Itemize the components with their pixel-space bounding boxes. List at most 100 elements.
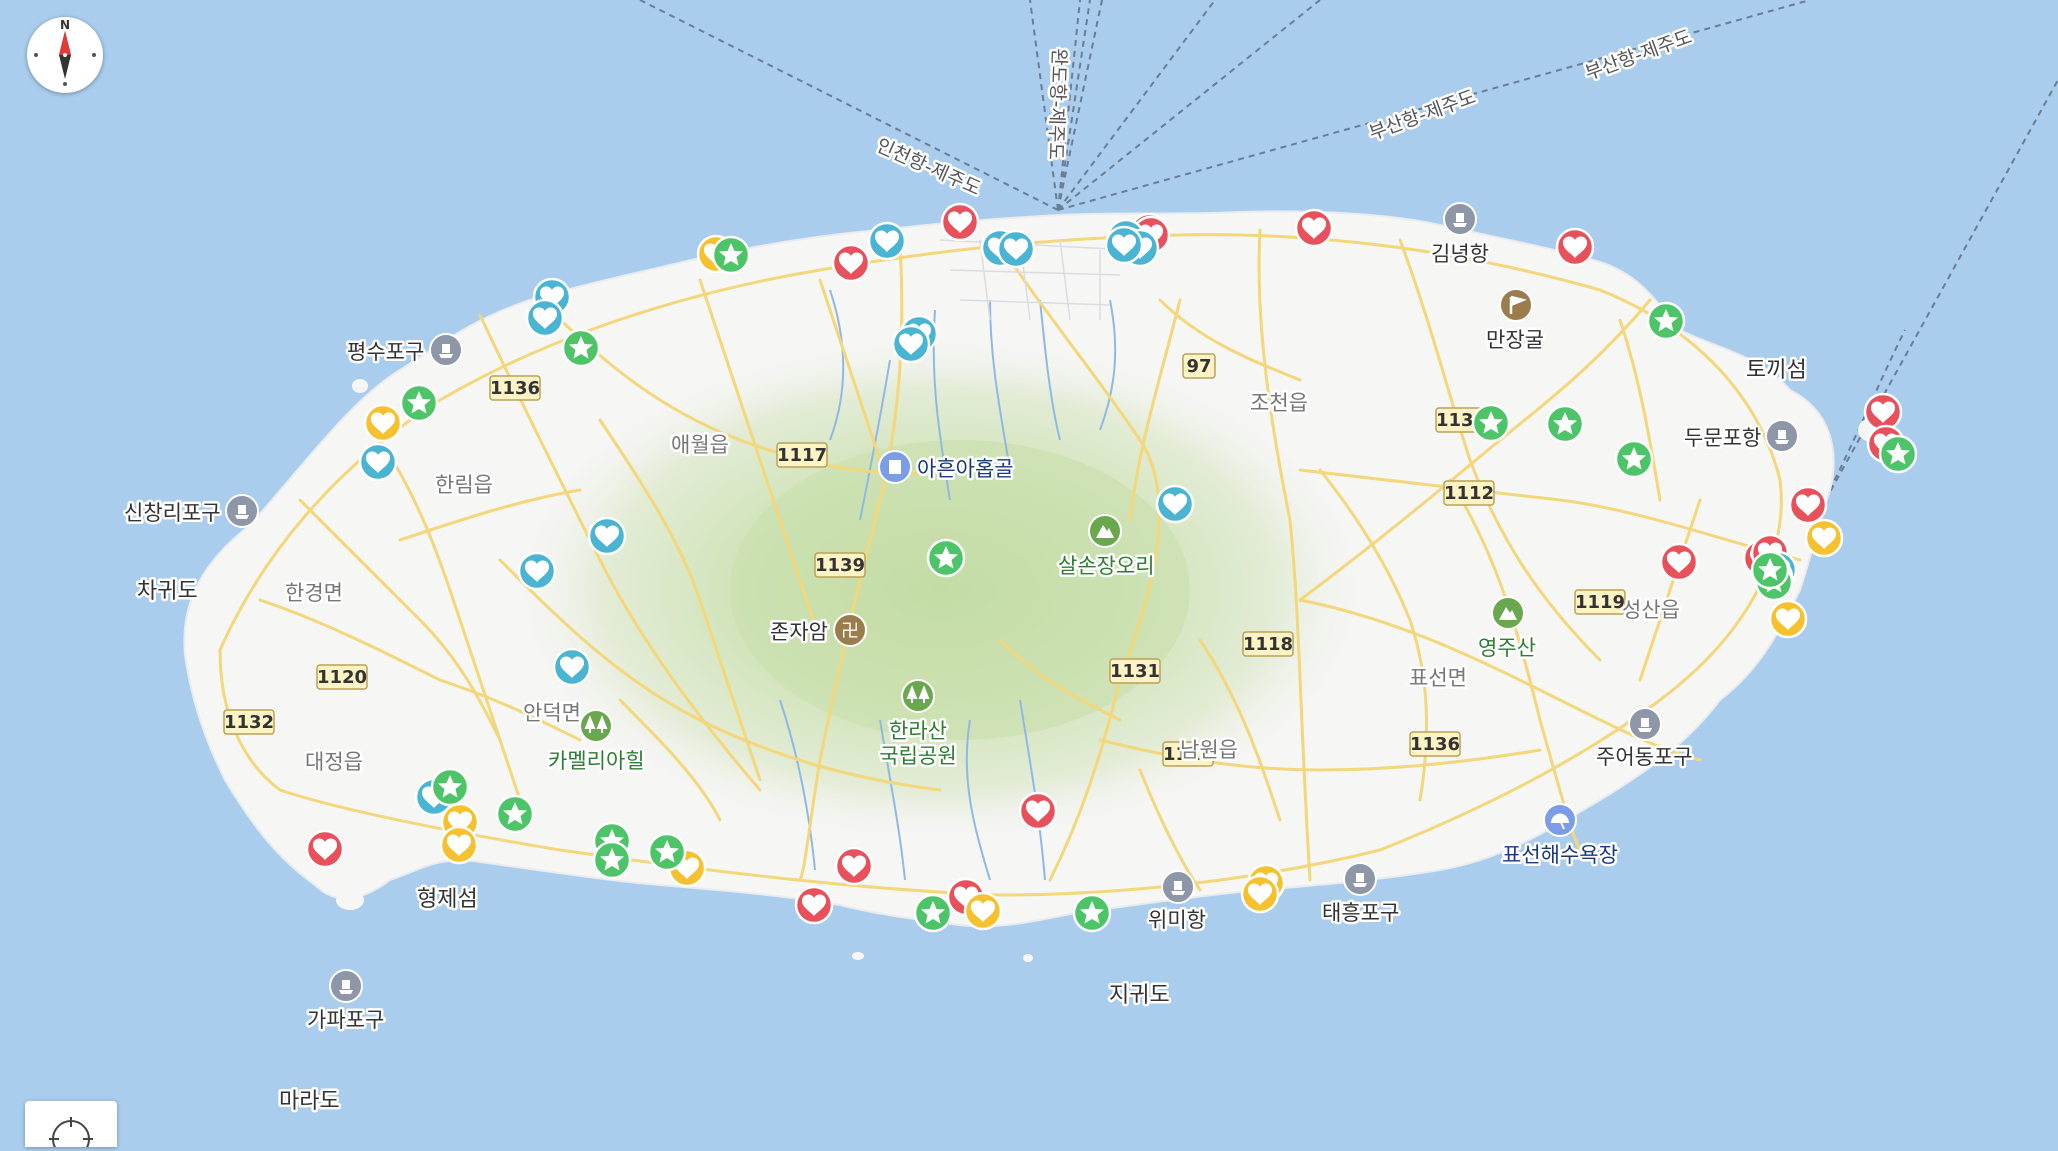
svg-text:卍: 卍 xyxy=(841,621,859,642)
favorite-star-marker[interactable] xyxy=(399,383,439,423)
heart-marker-red[interactable] xyxy=(1788,485,1828,525)
place-label: 가파포구 xyxy=(307,1008,384,1032)
heart-marker-teal[interactable] xyxy=(517,551,557,591)
favorite-star-marker[interactable] xyxy=(647,832,687,872)
heart-marker-teal[interactable] xyxy=(358,442,398,482)
heart-marker-red[interactable] xyxy=(834,846,874,886)
compass-button[interactable]: N xyxy=(27,17,103,93)
heart-marker-teal[interactable] xyxy=(891,324,931,364)
place-label: 존자암 xyxy=(770,620,828,644)
favorite-star-marker[interactable] xyxy=(430,767,470,807)
place-label: 만장굴 xyxy=(1486,328,1544,352)
region-label: 한경면 xyxy=(285,581,343,605)
mountain-icon[interactable] xyxy=(1491,596,1525,630)
place-label: 카멜리아힐 xyxy=(548,749,645,773)
heart-marker-red[interactable] xyxy=(1863,392,1903,432)
road-shield: 1118 xyxy=(1242,631,1294,657)
place-label: 영주산 xyxy=(1478,636,1536,660)
map-canvas[interactable]: 인천항-제주도 완도항-제주도 부산항-제주도 부산항-제주도 1136 111… xyxy=(0,0,2058,1147)
favorite-star-marker[interactable] xyxy=(495,794,535,834)
place-label: 살손장오리 xyxy=(1058,554,1155,578)
heart-marker-teal[interactable] xyxy=(996,229,1036,269)
favorite-star-marker[interactable] xyxy=(711,235,751,275)
region-label: 남원읍 xyxy=(1180,738,1238,762)
island-label: 차귀도 xyxy=(137,579,198,604)
road-shield: 1132 xyxy=(223,709,275,735)
port-icon[interactable] xyxy=(225,494,259,528)
favorite-star-marker[interactable] xyxy=(913,893,953,933)
port-icon[interactable] xyxy=(429,333,463,367)
place-label: 신창리포구 xyxy=(124,501,221,525)
port-icon[interactable] xyxy=(1628,707,1662,741)
landmark-icon[interactable] xyxy=(1499,288,1533,322)
favorite-star-marker[interactable] xyxy=(1750,550,1790,590)
temple-icon[interactable]: 卍 xyxy=(833,613,867,647)
road-shield: 1119 xyxy=(1574,589,1626,615)
road-shield: 1131 xyxy=(1109,658,1161,684)
region-label: 표선면 xyxy=(1409,666,1467,690)
island-label: 토끼섬 xyxy=(1746,358,1807,383)
heart-marker-teal[interactable] xyxy=(1155,484,1195,524)
heart-marker-yellow[interactable] xyxy=(963,891,1003,931)
park-icon[interactable] xyxy=(901,679,935,713)
region-label: 애월읍 xyxy=(671,433,729,457)
heart-marker-teal[interactable] xyxy=(1104,225,1144,265)
road-shield: 1139 xyxy=(814,552,866,578)
svg-text:1132: 1132 xyxy=(224,712,274,733)
heart-marker-yellow[interactable] xyxy=(363,403,403,443)
port-icon[interactable] xyxy=(1343,862,1377,896)
favorite-star-marker[interactable] xyxy=(1072,893,1112,933)
road-shield: 1136 xyxy=(489,375,541,401)
favorite-star-marker[interactable] xyxy=(1878,434,1918,474)
heart-marker-yellow[interactable] xyxy=(1240,874,1280,914)
heart-marker-red[interactable] xyxy=(1294,208,1334,248)
heart-marker-red[interactable] xyxy=(1659,542,1699,582)
port-icon[interactable] xyxy=(329,969,363,1003)
place-label: 아흔아홉골 xyxy=(917,457,1014,481)
favorite-star-marker[interactable] xyxy=(926,538,966,578)
heart-marker-red[interactable] xyxy=(1555,227,1595,267)
mountain-icon[interactable] xyxy=(1088,514,1122,548)
heart-marker-red[interactable] xyxy=(1018,791,1058,831)
heart-marker-red[interactable] xyxy=(305,829,345,869)
beach-icon[interactable] xyxy=(1543,803,1577,837)
place-label: 태흥포구 xyxy=(1322,901,1399,925)
heart-marker-teal[interactable] xyxy=(552,647,592,687)
heart-marker-teal[interactable] xyxy=(867,221,907,261)
port-icon[interactable] xyxy=(1765,419,1799,453)
svg-text:1131: 1131 xyxy=(1110,661,1160,682)
heart-marker-red[interactable] xyxy=(794,885,834,925)
heart-marker-yellow[interactable] xyxy=(1768,599,1808,639)
port-icon[interactable] xyxy=(1161,870,1195,904)
favorite-star-marker[interactable] xyxy=(1646,301,1686,341)
favorite-star-marker[interactable] xyxy=(1471,403,1511,443)
svg-text:1139: 1139 xyxy=(815,555,865,576)
favorite-star-marker[interactable] xyxy=(1545,404,1585,444)
heart-marker-teal[interactable] xyxy=(525,298,565,338)
crosshair-icon xyxy=(49,1117,93,1151)
svg-text:1136: 1136 xyxy=(490,378,540,399)
place-label: 두문포항 xyxy=(1684,426,1761,450)
favorite-star-marker[interactable] xyxy=(561,328,601,368)
road-shield: 1117 xyxy=(776,442,828,468)
heart-marker-teal[interactable] xyxy=(587,516,627,556)
port-icon[interactable] xyxy=(1443,202,1477,236)
heart-marker-red[interactable] xyxy=(831,243,871,283)
my-location-button[interactable] xyxy=(25,1101,117,1151)
place-label: 주어동포구 xyxy=(1596,745,1693,769)
hall-icon[interactable] xyxy=(878,450,912,484)
island-label: 지귀도 xyxy=(1109,983,1170,1008)
region-label: 조천읍 xyxy=(1250,391,1308,415)
heart-marker-red[interactable] xyxy=(940,202,980,242)
svg-text:1118: 1118 xyxy=(1243,634,1293,655)
heart-marker-yellow[interactable] xyxy=(1804,518,1844,558)
favorite-star-marker[interactable] xyxy=(592,840,632,880)
park-icon[interactable] xyxy=(579,709,613,743)
island-label: 형제섬 xyxy=(417,887,478,912)
road-shield: 1136 xyxy=(1409,731,1461,757)
favorite-star-marker[interactable] xyxy=(1614,439,1654,479)
region-label: 대정읍 xyxy=(305,750,363,774)
heart-marker-yellow[interactable] xyxy=(439,825,479,865)
island-label: 마라도 xyxy=(279,1089,340,1114)
svg-text:1119: 1119 xyxy=(1575,592,1625,613)
